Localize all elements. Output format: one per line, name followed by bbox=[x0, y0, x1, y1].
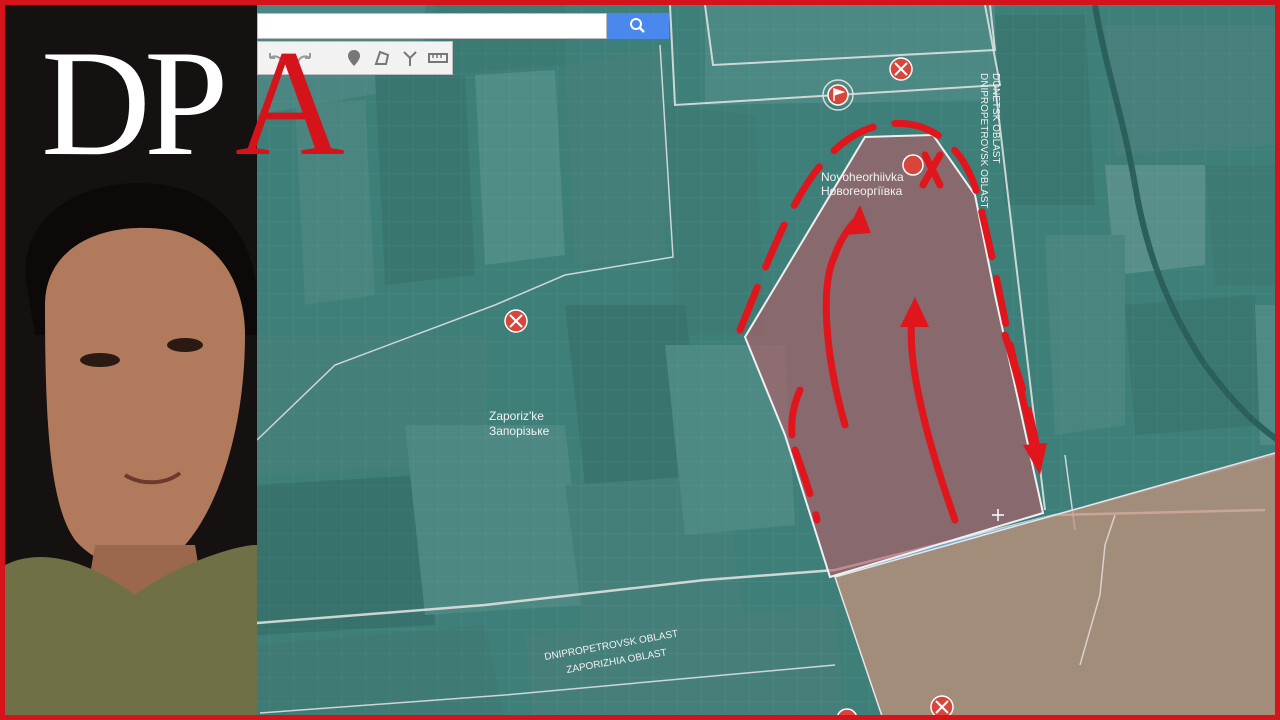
label-novoheorhiivka-cyrillic: Новогеоргіївка bbox=[821, 184, 903, 198]
search-button[interactable] bbox=[607, 13, 669, 39]
video-frame: Novoheorhiivka Новогеоргіївка Zaporiz'ke… bbox=[0, 0, 1280, 720]
label-dnipropetrovsk-oblast-vertical: DNIPROPETROVSK OBLAST bbox=[978, 73, 989, 209]
search-icon bbox=[630, 18, 645, 33]
logo-letter-p: P bbox=[144, 19, 229, 187]
label-zaporizke-cyrillic: Запорізьке bbox=[489, 424, 550, 438]
label-zaporizke: Zaporiz'ke bbox=[489, 409, 544, 423]
map-svg[interactable]: Novoheorhiivka Новогеоргіївка Zaporiz'ke… bbox=[256, 5, 1280, 720]
battle-marker[interactable] bbox=[889, 57, 913, 81]
battle-marker[interactable] bbox=[930, 695, 954, 718]
logo-letter-a: A bbox=[235, 19, 345, 187]
route-icon[interactable] bbox=[398, 46, 422, 70]
label-novoheorhiivka: Novoheorhiivka bbox=[821, 170, 904, 184]
ruler-icon[interactable] bbox=[426, 46, 450, 70]
dpa-logo: D P A bbox=[41, 27, 381, 179]
battle-marker[interactable] bbox=[504, 309, 528, 333]
flag-marker[interactable] bbox=[822, 79, 854, 111]
logo-letter-d: D bbox=[41, 19, 151, 187]
battle-marker[interactable] bbox=[902, 154, 924, 176]
map-view[interactable]: Novoheorhiivka Новогеоргіївка Zaporiz'ke… bbox=[256, 5, 1280, 720]
label-donetsk-oblast: DONETSK OBLAST bbox=[990, 73, 1001, 164]
